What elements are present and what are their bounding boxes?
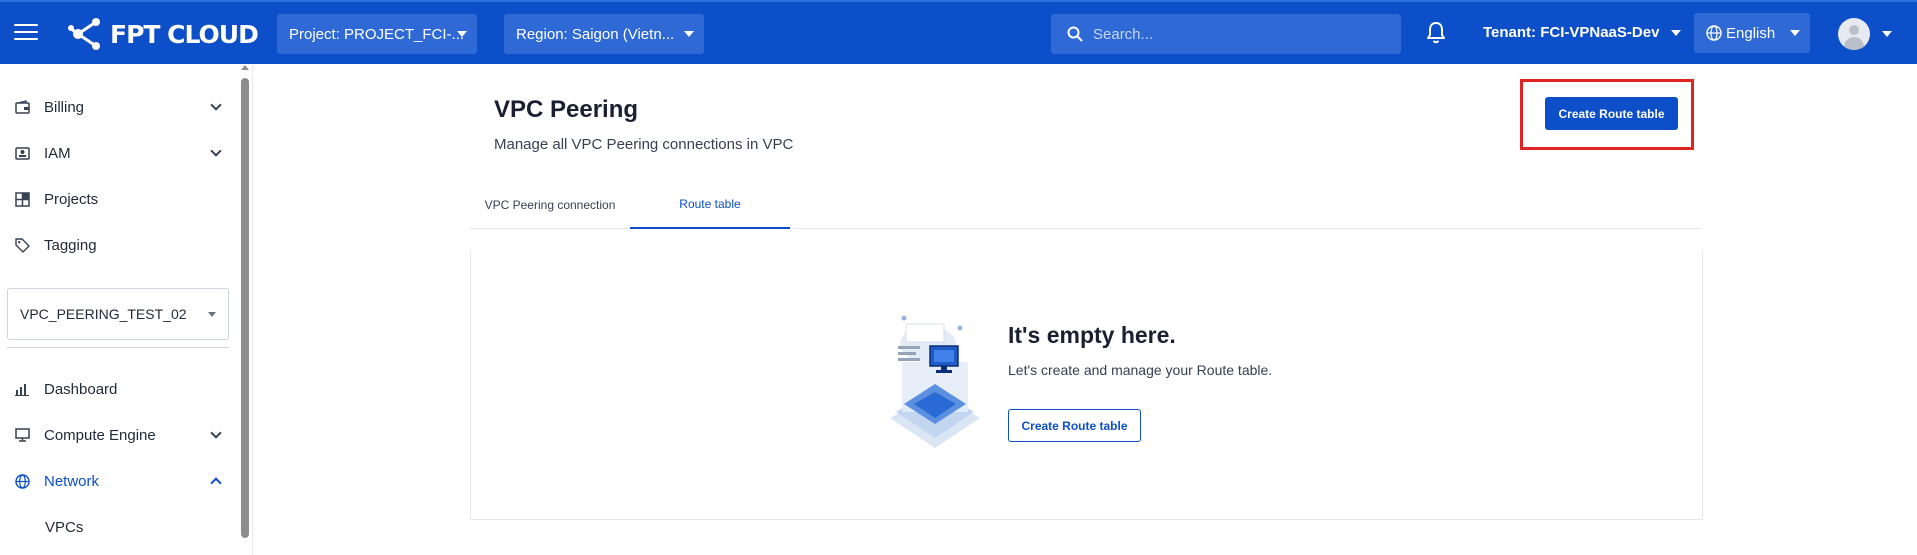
sidebar-scrollbar[interactable] bbox=[240, 64, 250, 555]
logo-network-icon bbox=[68, 18, 100, 50]
sidebar-item-label: Compute Engine bbox=[44, 426, 156, 444]
sidebar-item-iam[interactable]: IAM bbox=[0, 133, 230, 173]
caret-down-icon bbox=[1790, 30, 1800, 36]
monitor-icon bbox=[14, 427, 30, 443]
sidebar-divider bbox=[7, 347, 229, 348]
user-menu[interactable] bbox=[1838, 18, 1892, 50]
sidebar-item-projects[interactable]: Projects bbox=[0, 179, 230, 219]
project-selector[interactable]: VPC_PEERING_TEST_02 bbox=[7, 288, 229, 340]
sidebar: Billing IAM Projects Tagging VPC_PEERING… bbox=[0, 64, 253, 555]
search-icon bbox=[1067, 26, 1083, 42]
top-navbar: FPT CLOUD Project: PROJECT_FCI-... Regio… bbox=[0, 0, 1917, 64]
search-box bbox=[1051, 14, 1401, 54]
bar-chart-icon bbox=[14, 381, 30, 397]
caret-down-icon bbox=[1671, 29, 1682, 36]
sidebar-item-compute-engine[interactable]: Compute Engine bbox=[0, 415, 230, 455]
scrollbar-thumb[interactable] bbox=[241, 78, 249, 538]
sidebar-item-label: Billing bbox=[44, 98, 85, 116]
globe-icon bbox=[1706, 25, 1722, 41]
project-selector-value: VPC_PEERING_TEST_02 bbox=[20, 306, 187, 322]
chevron-up-icon bbox=[210, 477, 222, 489]
chevron-down-icon bbox=[210, 99, 222, 111]
empty-state-panel bbox=[470, 250, 1703, 520]
create-route-table-button[interactable]: Create Route table bbox=[1545, 97, 1678, 130]
globe-icon bbox=[14, 473, 30, 489]
project-select-value: Project: PROJECT_FCI-... bbox=[289, 25, 465, 43]
project-select[interactable]: Project: PROJECT_FCI-... bbox=[277, 14, 477, 54]
empty-state-illustration bbox=[890, 315, 980, 448]
tab-vpc-peering-connection[interactable]: VPC Peering connection bbox=[470, 180, 630, 229]
sidebar-item-billing[interactable]: Billing bbox=[0, 87, 230, 127]
tenant-label: Tenant: FCI-VPNaaS-Dev bbox=[1483, 24, 1660, 41]
caret-down-icon bbox=[457, 31, 467, 37]
caret-down-icon bbox=[208, 312, 216, 317]
tag-icon bbox=[14, 237, 30, 253]
region-select[interactable]: Region: Saigon (Vietn... bbox=[504, 14, 704, 54]
page-subtitle: Manage all VPC Peering connections in VP… bbox=[494, 136, 794, 153]
sidebar-item-dashboard[interactable]: Dashboard bbox=[0, 369, 230, 409]
scroll-up-arrow-icon[interactable] bbox=[241, 65, 249, 70]
id-card-icon bbox=[14, 145, 30, 161]
hamburger-menu-icon[interactable] bbox=[14, 24, 38, 42]
empty-state-create-route-table-button[interactable]: Create Route table bbox=[1008, 409, 1141, 442]
sidebar-item-label: Projects bbox=[44, 190, 99, 208]
logo-text: FPT CLOUD bbox=[110, 19, 259, 49]
language-value: English bbox=[1726, 24, 1776, 42]
tab-bar: VPC Peering connection Route table bbox=[470, 180, 1701, 229]
tenant-select[interactable]: Tenant: FCI-VPNaaS-Dev bbox=[1483, 24, 1682, 41]
caret-down-icon bbox=[684, 31, 694, 37]
sidebar-item-label: Network bbox=[44, 472, 100, 490]
projects-icon bbox=[14, 191, 30, 207]
fpt-cloud-logo[interactable]: FPT CLOUD bbox=[68, 18, 259, 50]
sidebar-item-label: Dashboard bbox=[44, 380, 118, 398]
empty-state-title: It's empty here. bbox=[1008, 322, 1176, 348]
empty-state-message: Let's create and manage your Route table… bbox=[1008, 362, 1273, 378]
sidebar-subitem-vpcs[interactable]: VPCs bbox=[45, 519, 83, 536]
sidebar-item-label: Tagging bbox=[44, 236, 97, 254]
caret-down-icon bbox=[1882, 31, 1892, 37]
region-select-value: Region: Saigon (Vietn... bbox=[516, 25, 675, 43]
search-input[interactable] bbox=[1093, 25, 1383, 43]
sidebar-item-network[interactable]: Network bbox=[0, 461, 230, 501]
tab-route-table[interactable]: Route table bbox=[630, 180, 790, 229]
chevron-down-icon bbox=[210, 145, 222, 157]
sidebar-item-tagging[interactable]: Tagging bbox=[0, 225, 230, 265]
wallet-icon bbox=[14, 99, 30, 115]
sidebar-item-label: IAM bbox=[44, 144, 71, 162]
page-title: VPC Peering bbox=[494, 96, 639, 123]
notification-bell-icon[interactable] bbox=[1425, 21, 1447, 45]
chevron-down-icon bbox=[210, 427, 222, 439]
avatar bbox=[1838, 18, 1870, 50]
language-select[interactable]: English bbox=[1694, 13, 1810, 53]
